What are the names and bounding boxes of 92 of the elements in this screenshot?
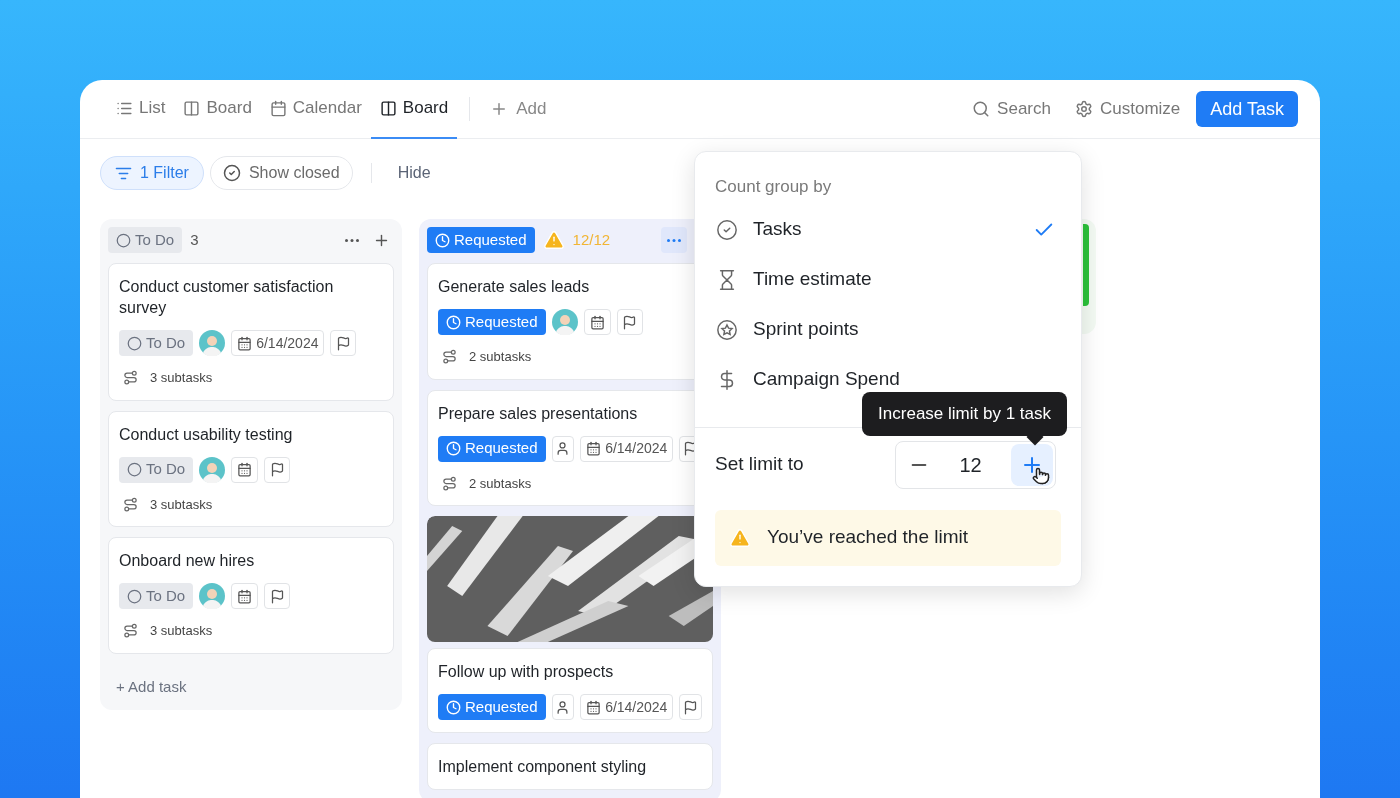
- status-badge[interactable]: To Do: [119, 456, 194, 483]
- avatar: [199, 456, 226, 483]
- date-button[interactable]: 6/14/2024: [580, 694, 674, 720]
- flag-icon: [336, 335, 351, 351]
- view-tab[interactable]: Board: [370, 80, 458, 139]
- assignee-button[interactable]: [551, 435, 575, 462]
- subtasks-icon: [123, 370, 138, 386]
- subtasks-link[interactable]: 3 subtasks: [119, 621, 383, 641]
- avatar: [199, 330, 226, 356]
- view-tab[interactable]: Board: [174, 80, 261, 139]
- subtasks-icon: [442, 349, 457, 365]
- check-circle-icon: [222, 164, 241, 182]
- calendar-icon: [237, 335, 253, 351]
- task-title: Implement component styling: [438, 757, 648, 777]
- customize-button[interactable]: Customize: [1074, 96, 1181, 122]
- task-card[interactable]: Follow up with prospects Requested 6/14/2024: [427, 648, 713, 733]
- board-icon: [379, 99, 397, 117]
- ellipsis-icon: [667, 238, 681, 242]
- priority-button[interactable]: [264, 583, 291, 609]
- ellipsis-icon: [345, 238, 359, 242]
- check-circle-icon: [716, 218, 738, 241]
- calendar-icon: [237, 588, 253, 604]
- hide-button[interactable]: Hide: [389, 161, 439, 185]
- search-icon: [972, 100, 991, 118]
- calendar-icon: [237, 462, 253, 477]
- flag-icon: [269, 462, 285, 477]
- status-badge[interactable]: Requested: [438, 309, 546, 335]
- calendar-icon: [586, 699, 602, 715]
- search-button[interactable]: Search: [972, 96, 1051, 122]
- person-icon: [555, 441, 571, 456]
- task-title: Prepare sales presentations: [438, 403, 639, 424]
- subtasks-link[interactable]: 3 subtasks: [119, 494, 383, 514]
- limit-warning: You’ve reached the limit: [715, 509, 1061, 566]
- priority-button[interactable]: [330, 330, 357, 356]
- task-card[interactable]: Onboard new hires To Do 3 subtasks: [108, 537, 394, 654]
- menu-item[interactable]: Tasks: [695, 204, 1081, 255]
- date-button[interactable]: [583, 309, 611, 335]
- date-button[interactable]: 6/14/2024: [231, 330, 325, 356]
- priority-button[interactable]: [616, 309, 643, 335]
- warning-icon: [542, 229, 565, 251]
- view-tab[interactable]: List: [107, 80, 175, 139]
- popover-title: Count group by: [715, 177, 832, 196]
- person-icon: [555, 699, 571, 715]
- calendar-icon: [589, 314, 605, 330]
- avatar: [199, 583, 226, 609]
- subtasks-icon: [123, 496, 138, 512]
- date-button[interactable]: [231, 456, 259, 483]
- subtasks-icon: [442, 475, 457, 491]
- settings-icon: [1074, 100, 1093, 118]
- calendar-icon: [269, 99, 287, 117]
- priority-button[interactable]: [264, 456, 291, 483]
- add-task-button[interactable]: Add Task: [1196, 91, 1298, 127]
- task-card[interactable]: Conduct usability testing To Do 3 subtasks: [108, 410, 394, 527]
- task-card[interactable]: Implement component styling: [427, 743, 713, 790]
- calendar-icon: [586, 441, 602, 456]
- view-tab[interactable]: Calendar: [260, 80, 371, 139]
- assignee-button[interactable]: [551, 694, 575, 720]
- avatar: [551, 309, 578, 335]
- task-title: Onboard new hires: [119, 551, 256, 571]
- task-count: 3: [190, 229, 199, 250]
- date-button[interactable]: [231, 583, 259, 609]
- task-title: Generate sales leads: [438, 277, 591, 297]
- task-title: Conduct usability testing: [119, 424, 294, 445]
- status-badge[interactable]: To Do: [119, 330, 194, 356]
- flag-icon: [622, 314, 638, 330]
- limit-label: Set limit to: [715, 452, 804, 477]
- task-title: Follow up with prospects: [438, 662, 615, 682]
- status-badge[interactable]: Requested: [438, 694, 546, 720]
- status-badge[interactable]: Requested: [427, 227, 535, 253]
- hand-cursor-icon: [1032, 466, 1050, 485]
- tooltip: Increase limit by 1 task: [862, 392, 1067, 436]
- task-count: 12/12: [572, 229, 611, 250]
- flag-icon: [683, 699, 699, 715]
- increase-button[interactable]: [1011, 443, 1053, 486]
- task-title: Conduct customer satisfaction survey: [119, 277, 335, 318]
- task-card[interactable]: Conduct customer satisfaction survey To Do 6/14/2024 3 subtasks: [108, 263, 394, 401]
- filter-button[interactable]: 1 Filter: [100, 156, 204, 190]
- subtasks-icon: [123, 623, 138, 639]
- status-badge[interactable]: To Do: [119, 583, 194, 609]
- add-task-link[interactable]: + Add task: [108, 663, 394, 698]
- more-button[interactable]: [661, 227, 687, 253]
- board-icon: [183, 99, 201, 117]
- add-view-button[interactable]: Add: [482, 96, 555, 122]
- warning-icon: [729, 526, 751, 549]
- date-button[interactable]: 6/14/2024: [580, 435, 674, 462]
- status-badge[interactable]: To Do: [108, 227, 183, 253]
- limit-value: 12: [958, 452, 983, 478]
- status-badge[interactable]: Requested: [438, 435, 546, 462]
- subtasks-link[interactable]: 2 subtasks: [438, 473, 702, 493]
- flag-icon: [269, 588, 285, 604]
- subtasks-link[interactable]: 3 subtasks: [119, 368, 383, 388]
- priority-button[interactable]: [679, 694, 702, 720]
